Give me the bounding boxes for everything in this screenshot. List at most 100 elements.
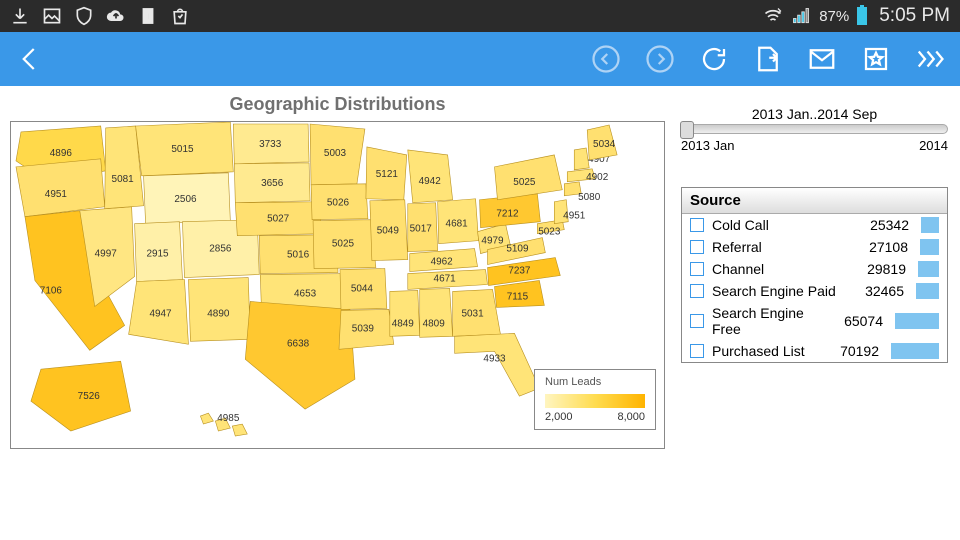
svg-text:2915: 2915 bbox=[146, 249, 169, 260]
picture-icon bbox=[42, 6, 62, 26]
svg-text:5081: 5081 bbox=[112, 174, 135, 185]
source-row[interactable]: Cold Call 25342 bbox=[682, 214, 947, 236]
back-button[interactable] bbox=[12, 41, 48, 77]
source-row[interactable]: Search Engine Free65074 bbox=[682, 302, 947, 340]
checkbox[interactable] bbox=[690, 344, 704, 358]
source-bar bbox=[916, 283, 939, 299]
wifi-icon bbox=[763, 6, 783, 26]
battery-icon bbox=[857, 7, 867, 25]
page-title: Geographic Distributions bbox=[10, 94, 665, 115]
svg-text:4951: 4951 bbox=[45, 189, 68, 200]
source-name: Channel bbox=[712, 261, 850, 277]
svg-text:4951: 4951 bbox=[563, 211, 586, 222]
app-toolbar bbox=[0, 32, 960, 86]
svg-text:T: T bbox=[145, 11, 151, 21]
shield-icon bbox=[74, 6, 94, 26]
svg-text:3656: 3656 bbox=[261, 178, 284, 189]
svg-text:4671: 4671 bbox=[434, 274, 457, 285]
more-button[interactable] bbox=[912, 41, 948, 77]
source-value: 29819 bbox=[858, 261, 906, 277]
svg-text:5026: 5026 bbox=[327, 198, 350, 209]
svg-text:5017: 5017 bbox=[410, 224, 433, 235]
slider-label: 2013 Jan..2014 Sep bbox=[681, 106, 948, 122]
source-name: Search Engine Free bbox=[712, 305, 827, 337]
svg-text:5025: 5025 bbox=[513, 177, 536, 188]
source-row[interactable]: Referral 27108 bbox=[682, 236, 947, 258]
svg-text:5027: 5027 bbox=[267, 214, 290, 225]
svg-text:4997: 4997 bbox=[95, 249, 118, 260]
svg-text:4947: 4947 bbox=[149, 308, 172, 319]
checkbox[interactable] bbox=[690, 314, 704, 328]
signal-icon bbox=[791, 6, 811, 26]
source-header: Source bbox=[682, 188, 947, 214]
source-name: Referral bbox=[712, 239, 852, 255]
source-name: Search Engine Paid bbox=[712, 283, 848, 299]
source-bar bbox=[891, 343, 939, 359]
svg-text:7115: 7115 bbox=[507, 291, 529, 302]
source-row[interactable]: Purchased List70192 bbox=[682, 340, 947, 362]
source-row[interactable]: Search Engine Paid 32465 bbox=[682, 280, 947, 302]
checkbox[interactable] bbox=[690, 240, 704, 254]
svg-text:7237: 7237 bbox=[508, 266, 531, 277]
svg-text:4985: 4985 bbox=[217, 413, 240, 424]
svg-text:7212: 7212 bbox=[496, 209, 519, 220]
svg-text:5034: 5034 bbox=[593, 139, 616, 150]
svg-text:4809: 4809 bbox=[423, 318, 446, 329]
svg-text:5016: 5016 bbox=[287, 250, 310, 261]
download-icon bbox=[10, 6, 30, 26]
svg-text:5121: 5121 bbox=[376, 169, 399, 180]
legend-gradient bbox=[545, 394, 645, 408]
svg-text:3733: 3733 bbox=[259, 139, 282, 150]
mail-button[interactable] bbox=[804, 41, 840, 77]
svg-text:2506: 2506 bbox=[174, 194, 197, 205]
export-button[interactable] bbox=[750, 41, 786, 77]
battery-percent: 87% bbox=[819, 8, 849, 25]
svg-text:5039: 5039 bbox=[352, 323, 375, 334]
source-value: 25342 bbox=[861, 217, 909, 233]
slider-track[interactable] bbox=[681, 124, 948, 134]
svg-text:4933: 4933 bbox=[483, 353, 506, 364]
map-container: 4896 4951 7106 4997 5081 5015 2506 2915 … bbox=[10, 121, 665, 449]
source-bar bbox=[921, 217, 939, 233]
svg-text:6638: 6638 bbox=[287, 338, 310, 349]
shopping-bag-icon bbox=[170, 6, 190, 26]
checkbox[interactable] bbox=[690, 262, 704, 276]
source-bar bbox=[918, 261, 939, 277]
svg-text:7526: 7526 bbox=[78, 391, 101, 402]
svg-text:4962: 4962 bbox=[431, 257, 454, 268]
svg-text:4849: 4849 bbox=[392, 318, 415, 329]
svg-text:4896: 4896 bbox=[50, 148, 73, 159]
favorite-button[interactable] bbox=[858, 41, 894, 77]
checkbox[interactable] bbox=[690, 218, 704, 232]
source-value: 27108 bbox=[860, 239, 908, 255]
svg-text:2856: 2856 bbox=[209, 244, 232, 255]
svg-text:5025: 5025 bbox=[332, 239, 355, 250]
svg-text:5080: 5080 bbox=[578, 192, 601, 203]
svg-text:7106: 7106 bbox=[40, 285, 63, 296]
svg-text:5049: 5049 bbox=[377, 226, 400, 237]
source-name: Cold Call bbox=[712, 217, 853, 233]
legend: Num Leads 2,0008,000 bbox=[534, 369, 656, 430]
svg-text:4979: 4979 bbox=[481, 236, 504, 247]
slider-thumb[interactable] bbox=[680, 121, 694, 139]
svg-text:4890: 4890 bbox=[207, 308, 230, 319]
source-bar bbox=[895, 313, 939, 329]
source-value: 32465 bbox=[856, 283, 904, 299]
nav-prev-button[interactable] bbox=[588, 41, 624, 77]
svg-text:4681: 4681 bbox=[446, 219, 469, 230]
svg-text:4653: 4653 bbox=[294, 288, 317, 299]
svg-text:5003: 5003 bbox=[324, 148, 347, 159]
svg-text:5031: 5031 bbox=[461, 308, 484, 319]
svg-text:5015: 5015 bbox=[171, 144, 194, 155]
svg-text:5109: 5109 bbox=[506, 244, 529, 255]
nytimes-icon: T bbox=[138, 6, 158, 26]
svg-text:4902: 4902 bbox=[586, 172, 609, 183]
android-status-bar: T 87% 5:05 PM bbox=[0, 0, 960, 32]
time-slider[interactable]: 2013 Jan..2014 Sep 2013 Jan2014 bbox=[681, 106, 948, 153]
refresh-button[interactable] bbox=[696, 41, 732, 77]
source-row[interactable]: Channel 29819 bbox=[682, 258, 947, 280]
checkbox[interactable] bbox=[690, 284, 704, 298]
nav-next-button[interactable] bbox=[642, 41, 678, 77]
legend-title: Num Leads bbox=[545, 376, 645, 388]
svg-text:5044: 5044 bbox=[351, 283, 374, 294]
